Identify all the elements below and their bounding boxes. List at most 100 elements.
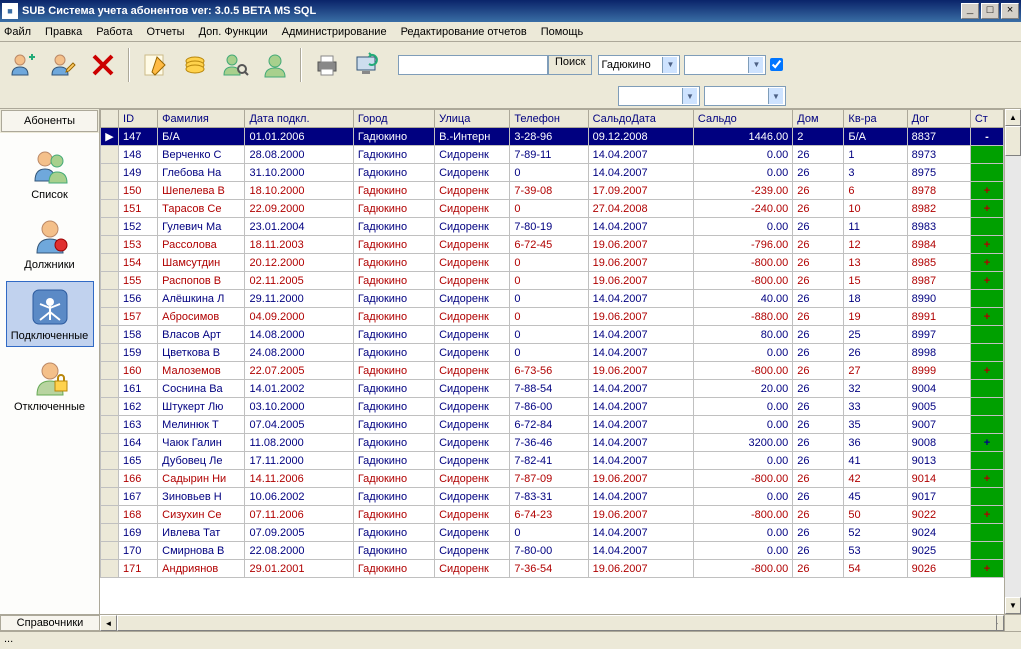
row-indicator-header	[101, 110, 119, 128]
search-button[interactable]: Поиск	[548, 55, 592, 75]
filter2-combo[interactable]: ▼	[684, 55, 766, 75]
scroll-up-button[interactable]: ▲	[1005, 109, 1021, 126]
cell-id: 161	[119, 380, 158, 398]
scroll-down-button[interactable]: ▼	[1005, 597, 1021, 614]
table-row[interactable]: 166Садырин Ни14.11.2006ГадюкиноСидоренк7…	[101, 470, 1004, 488]
data-grid[interactable]: IDФамилияДата подкл.ГородУлицаТелефонСал…	[100, 109, 1004, 614]
scrollbar-thumb[interactable]	[117, 615, 997, 631]
table-row[interactable]: 150Шепелева В18.10.2000ГадюкиноСидоренк7…	[101, 182, 1004, 200]
filter-checkbox[interactable]	[770, 58, 783, 71]
cell-flat: 1	[844, 146, 907, 164]
cell-dog: 8999	[907, 362, 970, 380]
menu-отчеты[interactable]: Отчеты	[147, 26, 185, 38]
edit-user-button[interactable]	[44, 46, 82, 84]
sidebar-item-список[interactable]: Список	[6, 141, 94, 205]
table-row[interactable]: 157Абросимов04.09.2000ГадюкиноСидоренк01…	[101, 308, 1004, 326]
column-header[interactable]: СальдоДата	[588, 110, 693, 128]
column-header[interactable]: Дом	[793, 110, 844, 128]
table-row[interactable]: 170Смирнова В22.08.2000ГадюкиноСидоренк7…	[101, 542, 1004, 560]
table-row[interactable]: ▶147Б/А01.01.2006ГадюкиноВ.-Интерн3-28-9…	[101, 128, 1004, 146]
cell-dog: 8991	[907, 308, 970, 326]
menu-правка[interactable]: Правка	[45, 26, 82, 38]
table-row[interactable]: 164Чаюк Галин11.08.2000ГадюкиноСидоренк7…	[101, 434, 1004, 452]
cell-saldo: 0.00	[693, 542, 792, 560]
sidebar-tab-subscribers[interactable]: Абоненты	[1, 110, 98, 132]
table-row[interactable]: 163Мелинюк Т07.04.2005ГадюкиноСидоренк6-…	[101, 416, 1004, 434]
cell-surname: Зиновьев Н	[158, 488, 245, 506]
table-row[interactable]: 152Гулевич Ма23.01.2004ГадюкиноСидоренк7…	[101, 218, 1004, 236]
payments-button[interactable]	[176, 46, 214, 84]
sidebar-tab-references[interactable]: Справочники	[0, 615, 100, 631]
cell-flat: 11	[844, 218, 907, 236]
search-input[interactable]	[398, 55, 548, 75]
table-row[interactable]: 158Власов Арт14.08.2000ГадюкиноСидоренк0…	[101, 326, 1004, 344]
horizontal-scrollbar[interactable]: ◄ ►	[100, 615, 1004, 631]
user-green-button[interactable]	[256, 46, 294, 84]
minimize-button[interactable]: _	[961, 3, 979, 19]
menu-доп. функции[interactable]: Доп. Функции	[199, 26, 268, 38]
menu-администрирование[interactable]: Администрирование	[282, 26, 387, 38]
sidebar-item-подключенные[interactable]: Подключенные	[6, 281, 94, 347]
print-button[interactable]	[308, 46, 346, 84]
column-header[interactable]: ID	[119, 110, 158, 128]
add-user-button[interactable]	[4, 46, 42, 84]
cell-city: Гадюкино	[353, 146, 434, 164]
close-button[interactable]: ×	[1001, 3, 1019, 19]
cell-status	[970, 344, 1003, 362]
table-row[interactable]: 169Ивлева Тат07.09.2005ГадюкиноСидоренк0…	[101, 524, 1004, 542]
column-header[interactable]: Дог	[907, 110, 970, 128]
table-row[interactable]: 156Алёшкина Л29.11.2000ГадюкиноСидоренк0…	[101, 290, 1004, 308]
filter4-combo[interactable]: ▼	[704, 86, 786, 106]
monitor-button[interactable]	[348, 46, 386, 84]
menu-редактирование отчетов[interactable]: Редактирование отчетов	[401, 26, 527, 38]
scroll-left-button[interactable]: ◄	[100, 615, 117, 631]
maximize-button[interactable]: □	[981, 3, 999, 19]
row-indicator	[101, 182, 119, 200]
table-row[interactable]: 153Рассолова18.11.2003ГадюкиноСидоренк6-…	[101, 236, 1004, 254]
delete-button[interactable]	[84, 46, 122, 84]
column-header[interactable]: Сальдо	[693, 110, 792, 128]
menu-файл[interactable]: Файл	[4, 26, 31, 38]
table-row[interactable]: 161Соснина Ва14.01.2002ГадюкиноСидоренк7…	[101, 380, 1004, 398]
table-row[interactable]: 154Шамсутдин20.12.2000ГадюкиноСидоренк01…	[101, 254, 1004, 272]
note-button[interactable]	[136, 46, 174, 84]
table-row[interactable]: 159Цветкова В24.08.2000ГадюкиноСидоренк0…	[101, 344, 1004, 362]
table-row[interactable]: 162Штукерт Лю03.10.2000ГадюкиноСидоренк7…	[101, 398, 1004, 416]
table-row[interactable]: 165Дубовец Ле17.11.2000ГадюкиноСидоренк7…	[101, 452, 1004, 470]
table-row[interactable]: 155Распопов В02.11.2005ГадюкиноСидоренк0…	[101, 272, 1004, 290]
column-header[interactable]: Телефон	[510, 110, 588, 128]
sidebar-item-отключенные[interactable]: Отключенные	[6, 353, 94, 417]
column-header[interactable]: Дата подкл.	[245, 110, 353, 128]
filter3-combo[interactable]: ▼	[618, 86, 700, 106]
column-header[interactable]: Город	[353, 110, 434, 128]
table-row[interactable]: 148Верченко С28.08.2000ГадюкиноСидоренк7…	[101, 146, 1004, 164]
table-row[interactable]: 168Сизухин Се07.11.2006ГадюкиноСидоренк6…	[101, 506, 1004, 524]
user-search-button[interactable]	[216, 46, 254, 84]
menu-помощь[interactable]: Помощь	[541, 26, 584, 38]
cell-id: 169	[119, 524, 158, 542]
city-combo[interactable]: Гадюкино ▼	[598, 55, 680, 75]
sidebar-item-должники[interactable]: Должники	[6, 211, 94, 275]
column-header[interactable]: Улица	[435, 110, 510, 128]
column-header[interactable]: Ст	[970, 110, 1003, 128]
table-row[interactable]: 167Зиновьев Н10.06.2002ГадюкиноСидоренк7…	[101, 488, 1004, 506]
cell-surname: Ивлева Тат	[158, 524, 245, 542]
users-icon	[29, 145, 71, 187]
scrollbar-track[interactable]	[1005, 126, 1021, 597]
scrollbar-thumb[interactable]	[1005, 126, 1021, 156]
cell-sdate: 14.04.2007	[588, 434, 693, 452]
menubar: Файл Правка Работа Отчеты Доп. Функции Админи…	[0, 22, 1021, 42]
column-header[interactable]: Фамилия	[158, 110, 245, 128]
table-row[interactable]: 149Глебова На31.10.2000ГадюкиноСидоренк0…	[101, 164, 1004, 182]
table-row[interactable]: 160Малоземов22.07.2005ГадюкиноСидоренк6-…	[101, 362, 1004, 380]
menu-работа[interactable]: Работа	[96, 26, 132, 38]
column-header[interactable]: Кв-ра	[844, 110, 907, 128]
cell-sdate: 09.12.2008	[588, 128, 693, 146]
table-row[interactable]: 171Андриянов29.01.2001ГадюкиноСидоренк7-…	[101, 560, 1004, 578]
table-row[interactable]: 151Тарасов Се22.09.2000ГадюкиноСидоренк0…	[101, 200, 1004, 218]
vertical-scrollbar[interactable]: ▲ ▼	[1004, 109, 1021, 614]
cell-tel: 0	[510, 254, 588, 272]
scrollbar-track[interactable]	[117, 615, 987, 631]
row-indicator	[101, 398, 119, 416]
cell-city: Гадюкино	[353, 542, 434, 560]
